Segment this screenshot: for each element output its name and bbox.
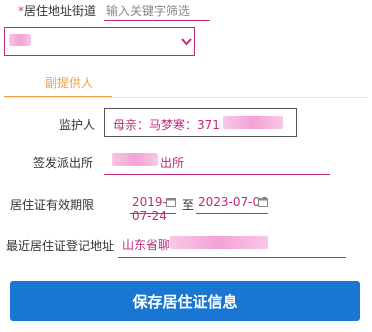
guardian-field[interactable]: 母亲：马梦寒：371 xyxy=(104,108,297,137)
redacted-value xyxy=(170,236,268,249)
street-label-row: *居住地址街道 xyxy=(18,2,96,19)
street-search-placeholder: 输入关键字筛选 xyxy=(106,4,191,18)
save-button-label: 保存居住证信息 xyxy=(132,292,238,311)
recent-address-label: 最近居住证登记地址 xyxy=(6,239,115,253)
street-select[interactable] xyxy=(4,27,195,56)
chevron-down-icon xyxy=(181,38,192,46)
recent-address-value: 山东省聊 xyxy=(122,238,171,252)
redacted-value xyxy=(112,153,158,166)
street-label: 居住地址街道 xyxy=(24,4,97,18)
save-residence-permit-button[interactable]: 保存居住证信息 xyxy=(10,281,360,321)
tab-divider xyxy=(4,97,368,98)
guardian-value: 母亲：马梦寒：371 xyxy=(113,118,220,132)
redacted-value xyxy=(9,34,31,46)
redacted-value xyxy=(223,116,283,129)
tab-label: 副提供人 xyxy=(45,76,94,90)
street-search-input[interactable]: 输入关键字筛选 xyxy=(104,0,210,21)
tab-secondary-provider[interactable]: 副提供人 xyxy=(4,66,112,98)
police-station-field[interactable]: 出所 xyxy=(104,150,330,175)
validity-separator: 至 xyxy=(182,198,195,212)
police-station-value: 出所 xyxy=(160,156,185,170)
validity-label: 居住证有效期限 xyxy=(10,198,95,212)
calendar-icon[interactable] xyxy=(166,197,176,207)
police-station-label: 签发派出所 xyxy=(33,156,94,170)
recent-address-field[interactable]: 山东省聊 xyxy=(118,233,346,258)
calendar-icon[interactable] xyxy=(258,197,268,207)
guardian-label: 监护人 xyxy=(59,118,96,132)
